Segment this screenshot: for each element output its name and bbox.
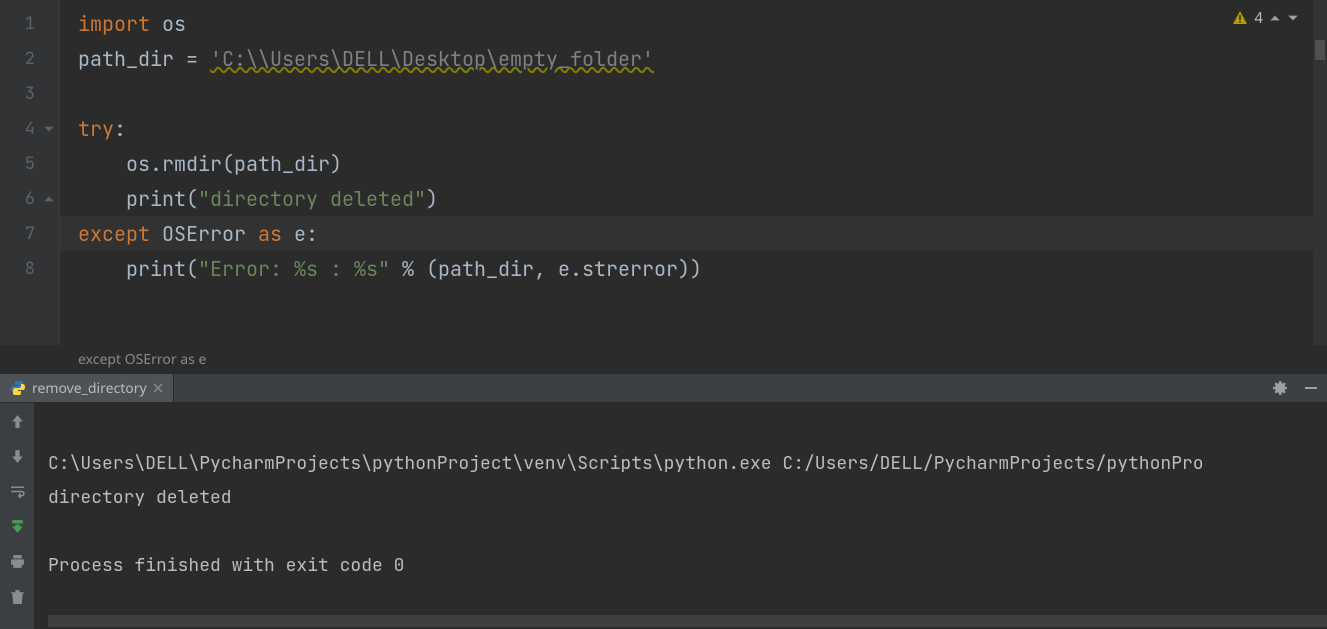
print-icon[interactable] (9, 553, 26, 570)
horizontal-scrollbar[interactable] (48, 615, 1327, 627)
chevron-up-icon[interactable] (1269, 12, 1281, 24)
code-line[interactable]: import os (60, 6, 1327, 41)
run-tabs-bar: remove_directory (0, 373, 1327, 403)
line-number[interactable]: 5 (0, 146, 59, 181)
minimize-icon[interactable] (1303, 380, 1319, 396)
close-icon[interactable] (153, 383, 163, 393)
python-icon (10, 380, 26, 396)
line-number[interactable]: 8 (0, 251, 59, 286)
editor-gutter: 1 2 3 4 5 6 7 8 (0, 0, 60, 345)
fold-expand-icon[interactable] (43, 193, 55, 205)
soft-wrap-icon[interactable] (9, 483, 26, 500)
breadcrumb[interactable]: except OSError as e (0, 345, 1327, 373)
chevron-down-icon[interactable] (1287, 12, 1299, 24)
arrow-down-icon[interactable] (9, 448, 26, 465)
editor-minimap[interactable] (1313, 0, 1327, 345)
inspections-count: 4 (1254, 8, 1263, 28)
inspections-widget[interactable]: 4 (1232, 8, 1299, 28)
line-number[interactable]: 4 (0, 111, 59, 146)
gear-icon[interactable] (1273, 380, 1289, 396)
code-line-active[interactable]: except OSError as e: (60, 216, 1327, 251)
arrow-up-icon[interactable] (9, 413, 26, 430)
warning-icon (1232, 10, 1248, 26)
code-line[interactable]: os.rmdir(path_dir) (60, 146, 1327, 181)
console-line: directory deleted (48, 486, 232, 509)
code-editor[interactable]: 1 2 3 4 5 6 7 8 import os path_dir = 'C:… (0, 0, 1327, 345)
console-line: Process finished with exit code 0 (48, 554, 404, 577)
console-line: C:\Users\DELL\PycharmProjects\pythonProj… (48, 452, 1204, 475)
run-tab-label: remove_directory (32, 379, 147, 398)
code-area[interactable]: import os path_dir = 'C:\\Users\DELL\Des… (60, 0, 1327, 286)
line-number[interactable]: 7 (0, 216, 59, 251)
fold-collapse-icon[interactable] (43, 123, 55, 135)
code-line[interactable]: try: (60, 111, 1327, 146)
scroll-to-end-icon[interactable] (9, 518, 26, 535)
code-line[interactable]: path_dir = 'C:\\Users\DELL\Desktop\empty… (60, 41, 1327, 76)
line-number[interactable]: 1 (0, 6, 59, 41)
run-toolbar (0, 403, 34, 629)
run-console[interactable]: C:\Users\DELL\PycharmProjects\pythonProj… (34, 403, 1327, 629)
code-line[interactable] (60, 76, 1327, 111)
trash-icon[interactable] (9, 588, 26, 605)
line-number[interactable]: 6 (0, 181, 59, 216)
line-number[interactable]: 2 (0, 41, 59, 76)
line-number[interactable]: 3 (0, 76, 59, 111)
run-tool-window: remove_directory C:\Users\DELL\PycharmPr… (0, 373, 1327, 629)
code-line[interactable]: print("Error: %s : %s" % (path_dir, e.st… (60, 251, 1327, 286)
run-tab[interactable]: remove_directory (0, 374, 174, 402)
code-line[interactable]: print("directory deleted") (60, 181, 1327, 216)
